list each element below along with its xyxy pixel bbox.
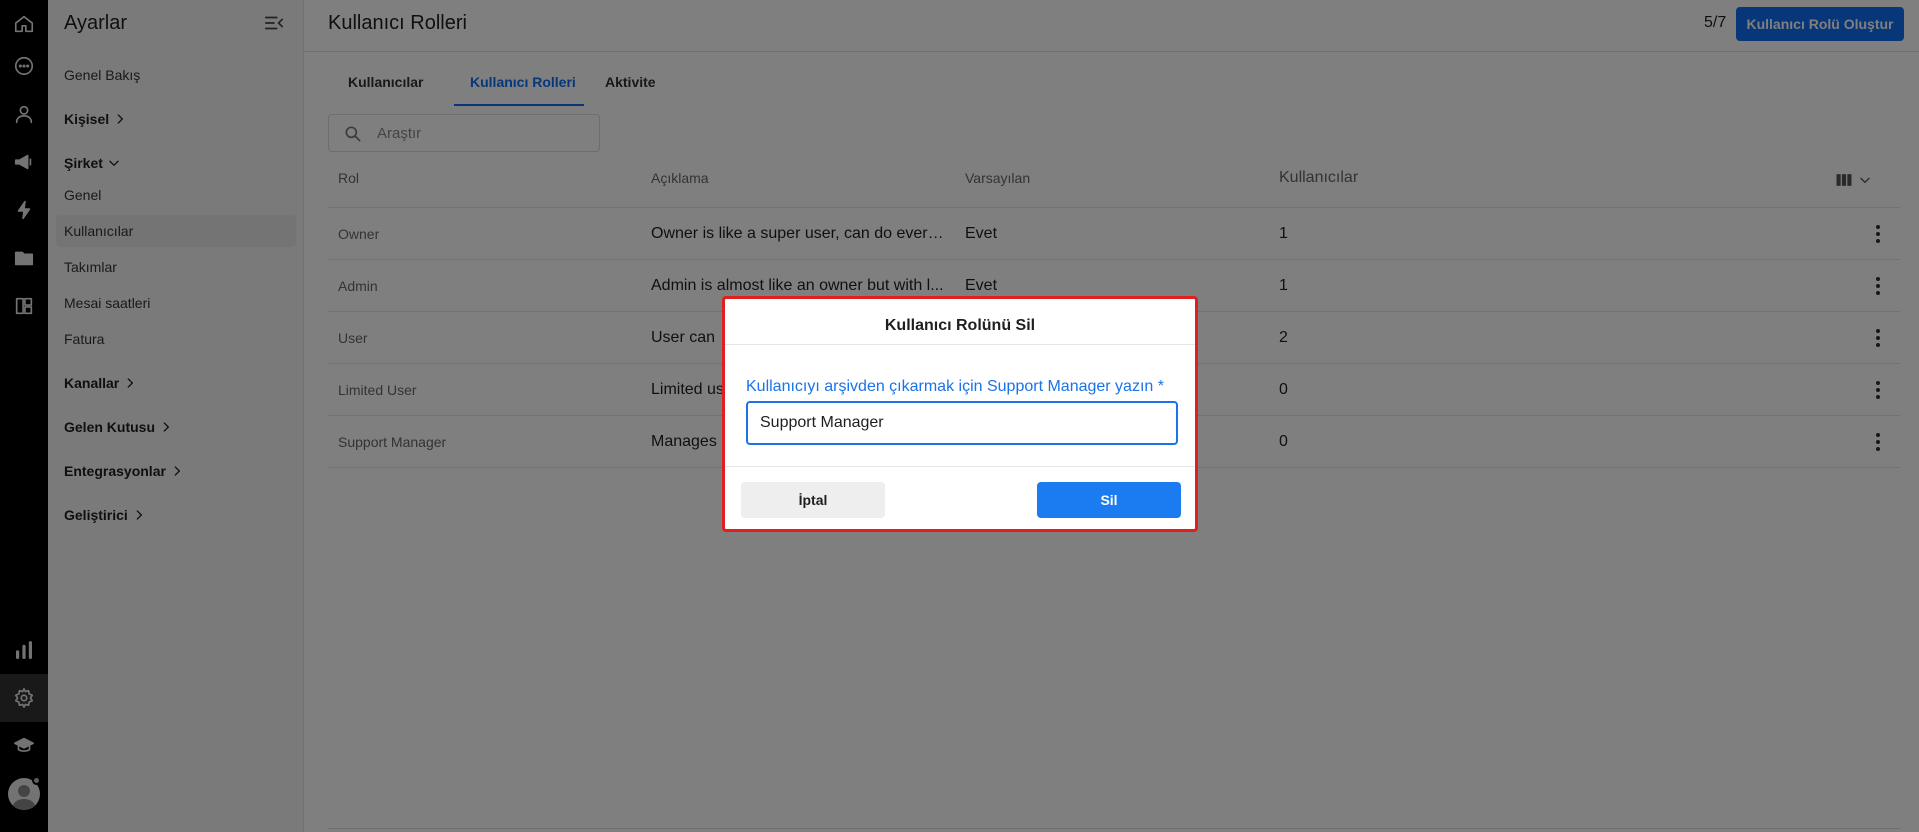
dialog-title: Kullanıcı Rolünü Sil [884,317,1036,334]
dialog-divider [725,344,1195,345]
confirm-role-name-input[interactable] [746,401,1178,445]
dialog-divider [725,466,1195,467]
confirm-input-label: Kullanıcıyı arşivden çıkarmak için Suppo… [746,378,1164,395]
delete-role-dialog: Kullanıcı Rolünü Sil Kullanıcıyı arşivde… [722,296,1198,532]
cancel-button[interactable]: İptal [741,482,885,518]
delete-button[interactable]: Sil [1037,482,1181,518]
